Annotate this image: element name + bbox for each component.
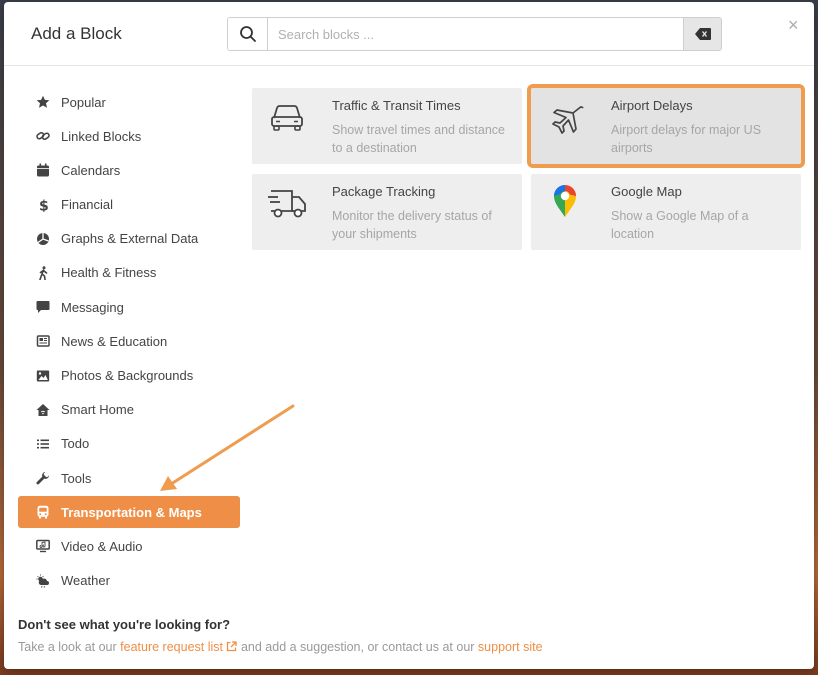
- footer-text: Take a look at our feature request list …: [18, 640, 543, 654]
- message-icon: [36, 301, 50, 314]
- sidebar-item-news[interactable]: News & Education: [18, 325, 240, 357]
- category-sidebar: Popular Linked Blocks Calendars $ Financ…: [18, 86, 240, 599]
- newspaper-icon: [36, 335, 50, 348]
- list-icon: [37, 439, 49, 449]
- sidebar-item-weather[interactable]: Weather: [18, 565, 240, 597]
- sidebar-item-label: Tools: [61, 470, 92, 486]
- sidebar-item-label: Financial: [61, 197, 114, 213]
- link-icon: [36, 132, 50, 141]
- card-traffic-transit[interactable]: Traffic & Transit Times Show travel time…: [252, 88, 522, 164]
- walking-icon: [39, 266, 48, 280]
- truck-icon: [268, 190, 306, 218]
- card-google-map[interactable]: Google Map Show a Google Map of a locati…: [531, 174, 801, 250]
- feature-request-link-label: feature request list: [120, 640, 223, 654]
- dialog-title: Add a Block: [31, 24, 122, 43]
- sidebar-item-health[interactable]: Health & Fitness: [18, 257, 240, 289]
- calendar-icon: [37, 163, 49, 177]
- sidebar-item-label: Health & Fitness: [61, 265, 157, 281]
- card-description: Monitor the delivery status of your ship…: [332, 209, 492, 241]
- svg-text:$: $: [39, 198, 49, 212]
- footer-question: Don't see what you're looking for?: [18, 617, 231, 632]
- backspace-icon: [694, 28, 711, 40]
- external-link-icon: [227, 641, 238, 652]
- sidebar-item-video-audio[interactable]: Video & Audio: [18, 530, 240, 562]
- card-description: Airport delays for major US airports: [611, 123, 762, 155]
- sidebar-item-label: Todo: [61, 436, 90, 452]
- star-icon: [36, 95, 50, 108]
- card-airport-delays[interactable]: Airport Delays Airport delays for major …: [527, 84, 805, 168]
- dialog-header: Add a Block ×: [4, 2, 814, 66]
- card-description: Show travel times and distance to a dest…: [332, 123, 506, 155]
- card-title: Traffic & Transit Times: [332, 98, 461, 113]
- card-title: Google Map: [611, 184, 682, 199]
- support-site-link[interactable]: support site: [478, 640, 543, 654]
- sidebar-item-messaging[interactable]: Messaging: [18, 291, 240, 323]
- dollar-icon: $: [39, 198, 49, 212]
- search-input[interactable]: [268, 18, 683, 50]
- home-icon: [36, 403, 50, 416]
- sidebar-item-photos[interactable]: Photos & Backgrounds: [18, 360, 240, 392]
- sidebar-item-label: Popular: [61, 94, 106, 110]
- close-button[interactable]: ×: [788, 16, 799, 34]
- image-icon: [36, 370, 50, 381]
- card-package-tracking[interactable]: Package Tracking Monitor the delivery st…: [252, 174, 522, 250]
- sidebar-item-label: Calendars: [61, 162, 121, 178]
- card-title: Airport Delays: [611, 98, 693, 113]
- sidebar-item-label: Photos & Backgrounds: [61, 368, 194, 383]
- sidebar-item-calendars[interactable]: Calendars: [18, 154, 240, 186]
- annotation-arrow: [160, 404, 295, 491]
- chart-icon: [37, 232, 49, 245]
- search-bar: [227, 17, 722, 51]
- feature-request-link[interactable]: feature request list: [120, 640, 238, 654]
- footer-text-part: Take a look at our: [18, 640, 121, 654]
- search-icon: [239, 26, 256, 42]
- weather-icon: [36, 574, 49, 588]
- sidebar-item-label: Graphs & External Data: [61, 231, 199, 247]
- sidebar-item-label: News & Education: [61, 333, 168, 349]
- card-title: Package Tracking: [332, 184, 436, 199]
- add-block-dialog: Add a Block × Popular L: [4, 2, 814, 669]
- sidebar-item-linked-blocks[interactable]: Linked Blocks: [18, 120, 240, 152]
- monitor-icon: [36, 540, 50, 553]
- sidebar-item-label: Weather: [61, 573, 110, 589]
- clear-search-button[interactable]: [683, 18, 721, 50]
- sidebar-item-label: Smart Home: [61, 402, 134, 418]
- footer-text-part: and add a suggestion, or contact us at o…: [237, 640, 478, 654]
- search-button[interactable]: [228, 18, 268, 50]
- wrench-icon: [36, 471, 50, 485]
- car-icon: [271, 105, 303, 131]
- card-description: Show a Google Map of a location: [611, 209, 749, 241]
- map-pin-icon: [554, 185, 576, 217]
- sidebar-item-graphs[interactable]: Graphs & External Data: [18, 223, 240, 255]
- bus-icon: [37, 506, 49, 519]
- sidebar-item-label: Linked Blocks: [61, 128, 142, 144]
- sidebar-item-financial[interactable]: $ Financial: [18, 189, 240, 221]
- plane-icon: [552, 106, 584, 134]
- sidebar-item-label: Video & Audio: [61, 538, 143, 554]
- sidebar-item-label: Messaging: [61, 299, 124, 315]
- sidebar-item-popular[interactable]: Popular: [18, 86, 240, 118]
- sidebar-item-transportation[interactable]: Transportation & Maps: [18, 496, 240, 529]
- sidebar-item-label: Transportation & Maps: [61, 504, 202, 520]
